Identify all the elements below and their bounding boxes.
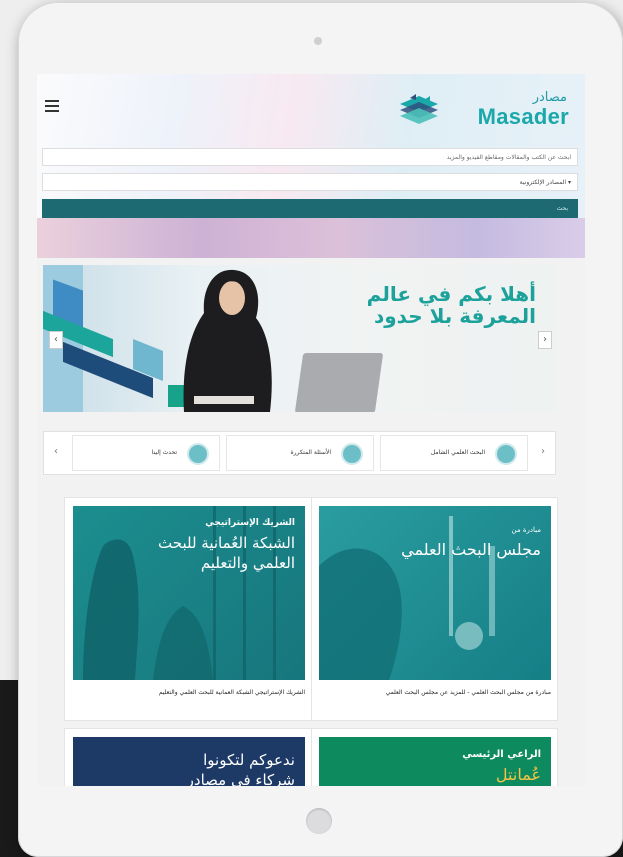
card-overlay-big: ندعوكم لتكونوا	[203, 751, 295, 769]
quick-link-label: البحث العلمي الشامل	[430, 449, 485, 456]
card-main-sponsor[interactable]: الراعي الرئيسي عُمانتل	[310, 728, 558, 786]
hero-person-illustration	[183, 269, 272, 412]
quick-link-research[interactable]: البحث العلمي الشامل	[380, 435, 528, 471]
logo-arabic-text: مصادر	[532, 90, 567, 105]
hero-laptop	[294, 353, 384, 412]
hero-banner: أهلا بكم في عالم المعرفة بلا حدود ‹ ›	[43, 265, 556, 412]
card-invite-partners-image: ندعوكم لتكونوا شركاء في مصادر	[73, 737, 305, 786]
source-select[interactable]: ▾ المصادر الإلكترونية	[42, 173, 578, 191]
hero-next-button[interactable]: ›	[538, 331, 552, 349]
card-research-council[interactable]: مبادرة من مجلس البحث العلمي مبادرة من مج…	[310, 497, 558, 721]
logo-english-text: Masader	[477, 104, 569, 129]
hero-title-line-1: أهلا بكم في عالم	[366, 282, 536, 306]
faq-icon	[341, 443, 363, 465]
card-caption[interactable]: مبادرة من مجلس البحث العلمي - للمزيد عن …	[331, 688, 551, 698]
hero-title-line-2: المعرفة بلا حدود	[373, 304, 536, 328]
card-research-council-image: مبادرة من مجلس البحث العلمي	[319, 506, 551, 680]
quick-link-chat[interactable]: تحدث إلينا	[72, 435, 220, 471]
card-overlay-big: عُمانتل	[495, 765, 541, 784]
card-main-sponsor-image: الراعي الرئيسي عُمانتل	[319, 737, 551, 786]
research-icon	[495, 443, 517, 465]
quick-link-label: الأسئلة المتكررة	[290, 449, 331, 456]
tablet-screen: مصادر Masader ابحث عن الكتب والمقالات وم…	[37, 74, 585, 786]
card-overlay-small: الراعي الرئيسي	[462, 749, 541, 760]
card-strategic-partner[interactable]: الشريك الإستراتيجي الشبكة العُمانية للبح…	[64, 497, 312, 721]
hero-prev-button[interactable]: ‹	[49, 331, 63, 349]
masader-logo-mark	[400, 94, 438, 124]
card-overlay-big: الشبكة العُمانية للبحث	[158, 534, 295, 552]
card-overlay-big: العلمي والتعليم	[200, 554, 295, 572]
card-overlay-small: الشريك الإستراتيجي	[205, 518, 295, 528]
card-invite-partners[interactable]: ندعوكم لتكونوا شركاء في مصادر	[64, 728, 312, 786]
card-overlay-small: مبادرة من	[511, 526, 541, 534]
card-overlay-big: مجلس البحث العلمي	[401, 540, 541, 559]
search-input[interactable]: ابحث عن الكتب والمقالات ومقاطع الفيديو و…	[42, 148, 578, 166]
quick-links-carousel: ‹ تحدث إلينا الأسئلة المتكررة البحث العل…	[43, 431, 556, 475]
header-background-art	[37, 218, 585, 258]
quick-links-next-icon[interactable]: ›	[541, 446, 545, 457]
chat-icon	[187, 443, 209, 465]
card-strategic-partner-photo	[83, 506, 276, 680]
quick-link-faq[interactable]: الأسئلة المتكررة	[226, 435, 374, 471]
home-button[interactable]	[306, 808, 332, 834]
menu-icon[interactable]	[45, 100, 59, 112]
card-caption[interactable]: الشريك الإستراتيجي الشبكة العمانية للبحث…	[73, 688, 305, 698]
card-overlay-big: شركاء في مصادر	[186, 771, 295, 786]
camera-dot	[314, 37, 322, 45]
search-button[interactable]: بحث	[42, 199, 578, 218]
card-strategic-partner-image: الشريك الإستراتيجي الشبكة العُمانية للبح…	[73, 506, 305, 680]
masader-logo[interactable]: مصادر Masader	[396, 90, 571, 132]
quick-links-prev-icon[interactable]: ‹	[54, 446, 58, 457]
site-header: مصادر Masader ابحث عن الكتب والمقالات وم…	[37, 74, 585, 258]
quick-link-label: تحدث إلينا	[151, 449, 177, 456]
hero-title: أهلا بكم في عالم المعرفة بلا حدود	[367, 283, 536, 327]
